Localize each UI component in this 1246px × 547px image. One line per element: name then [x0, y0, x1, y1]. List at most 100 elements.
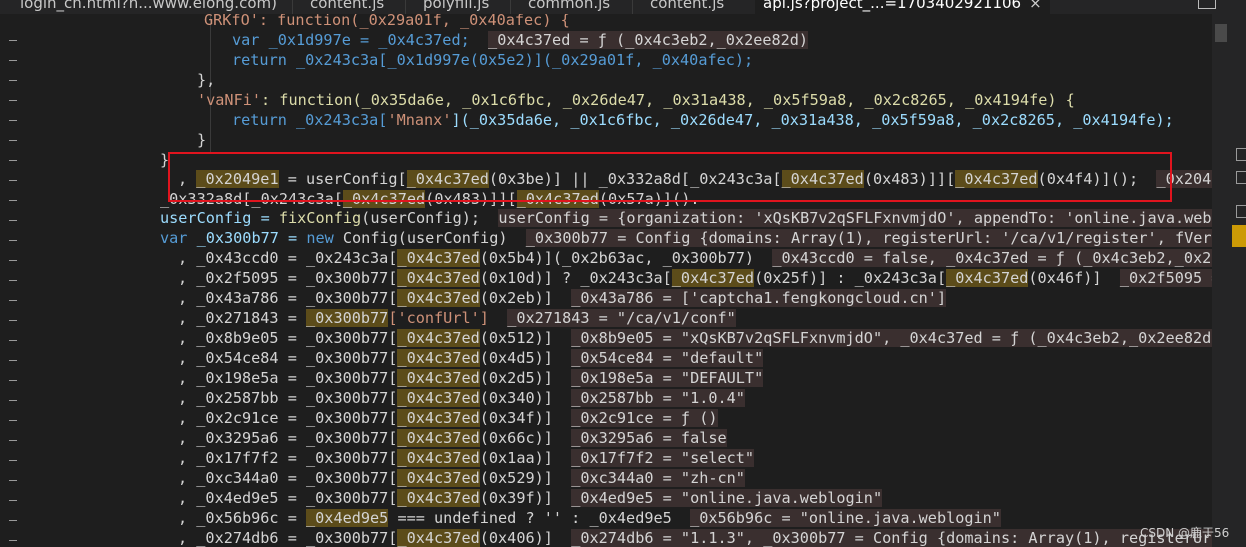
tab-content-js[interactable]: content.js	[310, 0, 384, 14]
code-token: (0x25f)] : _0x243c3a[	[754, 269, 947, 287]
red-annotation-box	[168, 152, 1172, 202]
highlighted-token: _0x4c37ed	[397, 389, 480, 407]
code-token: (0x340)]	[479, 389, 553, 407]
code-line: GRKfO': function(_0x29a01f, _0x40afec) {	[204, 14, 570, 30]
code-token: , _0x8b9e05 = _0x300b77[	[178, 329, 398, 347]
line-gutter	[0, 14, 42, 547]
gutter-dash	[9, 180, 17, 181]
side-panel-checkbox[interactable]	[1236, 171, 1246, 184]
highlighted-token: _0x4c37ed	[397, 449, 480, 467]
tab-separator	[405, 0, 406, 14]
code-token: === undefined ? '' : _0x4ed9e5	[388, 509, 672, 527]
gutter-dash	[9, 160, 17, 161]
code-token: }	[197, 131, 207, 149]
code-editor[interactable]: GRKfO': function(_0x29a01f, _0x40afec) {…	[42, 14, 1212, 547]
code-token: , _0x2587bb = _0x300b77[	[178, 389, 398, 407]
code-token: (0x39f)]	[479, 489, 553, 507]
inline-value: _0x4c37ed = ƒ (_0x4c3eb2,_0x2ee82d)	[488, 31, 809, 49]
inline-value: userConfig = {organization: 'xQsKB7v2qSF…	[498, 209, 1212, 227]
highlighted-token: _0x4c37ed	[397, 289, 480, 307]
code-line: userConfig = fixConfig(userConfig); user…	[160, 208, 1212, 228]
tab-login-cn-html[interactable]: login_cn.html?h...www.elong.com)	[20, 0, 277, 14]
code-token: ](_0x35da6e, _0x1c6fbc, _0x26de47, _0x31…	[451, 111, 1174, 129]
side-panel-checkbox[interactable]	[1236, 205, 1246, 218]
code-token: return _0x243c3a[	[232, 111, 388, 129]
tab-common-js[interactable]: common.js	[528, 0, 610, 14]
code-token: (0x512)]	[479, 329, 553, 347]
gutter-dash	[9, 280, 17, 281]
highlighted-token: _0x4c37ed	[397, 489, 480, 507]
highlighted-token: _0x4c37ed	[397, 269, 480, 287]
gutter-dash	[9, 380, 17, 381]
code-token: Config(userConfig)	[333, 229, 508, 247]
inline-value: _0x2f5095 =	[1119, 269, 1212, 287]
code-token: (0x2d5)]	[479, 369, 553, 387]
gutter-dash	[9, 100, 17, 101]
gutter-dash	[9, 80, 17, 81]
close-icon[interactable]: ×	[1029, 0, 1042, 12]
tab-polyfill-js[interactable]: polyfill.js	[423, 0, 489, 14]
tab-api-js-active[interactable]: api.js?project_...=1703402921106 ×	[755, 0, 1050, 14]
code-token: (0x46f)]	[1028, 269, 1102, 287]
tab-content-js-2[interactable]: content.js	[650, 0, 724, 14]
code-token: , _0x274db6 = _0x300b77[	[178, 529, 398, 547]
code-line: , _0x17f7f2 = _0x300b77[_0x4c37ed(0x1aa)…	[178, 448, 755, 468]
gutter-dash	[9, 140, 17, 141]
code-token: , _0x4ed9e5 = _0x300b77[	[178, 489, 398, 507]
gutter-dash	[9, 500, 17, 501]
code-line: , _0x2587bb = _0x300b77[_0x4c37ed(0x340)…	[178, 388, 745, 408]
code-token: return _0x243c3a[_0x1d997e(0x5e2)](_0x29…	[232, 51, 754, 69]
highlighted-token: _0x4c37ed	[397, 349, 480, 367]
gutter-dash	[9, 340, 17, 341]
gutter-dash	[9, 320, 17, 321]
inline-value: _0x17f7f2 = "select"	[571, 449, 755, 467]
code-line: , _0x56b96c = _0x4ed9e5 === undefined ? …	[178, 508, 1001, 528]
code-line: var _0x300b77 = new Config(userConfig) _…	[160, 228, 1212, 248]
code-token: , _0x43ccd0 = _0x243c3a[	[178, 249, 398, 267]
code-token: , _0x17f7f2 = _0x300b77[	[178, 449, 398, 467]
highlighted-token: _0x300b77	[306, 309, 389, 327]
inline-value: _0x8b9e05 = "xQsKB7v2qSFLFxnvmjdO", _0x4…	[571, 329, 1212, 347]
inline-value: _0x198e5a = "DEFAULT"	[571, 369, 764, 387]
scrollbar-thumb[interactable]	[1215, 24, 1227, 42]
code-token: (0x529)]	[479, 469, 553, 487]
inline-value: _0x54ce84 = "default"	[571, 349, 764, 367]
gutter-dash	[9, 460, 17, 461]
watermark-text: CSDN @鹿于56	[1140, 526, 1230, 540]
code-token: GRKfO': function(_0x29a01f, _0x40afec) {	[204, 14, 570, 29]
code-line: return _0x243c3a['Mnanx'](_0x35da6e, _0x…	[232, 110, 1174, 130]
code-token: : function(_0x35da6e, _0x1c6fbc, _0x26de…	[261, 91, 1075, 109]
inline-value: _0x3295a6 = false	[571, 429, 727, 447]
code-token: var _0x1d997e = _0x4c37ed;	[232, 31, 470, 49]
inline-value: _0x2c91ce = ƒ ()	[571, 409, 718, 427]
code-line: , _0x274db6 = _0x300b77[_0x4c37ed(0x406)…	[178, 528, 1212, 547]
inline-value: _0x300b77 = Config {domains: Array(1), r…	[525, 229, 1212, 247]
code-token: , _0x54ce84 = _0x300b77[	[178, 349, 398, 367]
code-line: , _0x43ccd0 = _0x243c3a[_0x4c37ed(0x5b4)…	[178, 248, 1212, 268]
code-token: , _0xc344a0 = _0x300b77[	[178, 469, 398, 487]
code-line: , _0x43a786 = _0x300b77[_0x4c37ed(0x2eb)…	[178, 288, 947, 308]
highlighted-token: _0x4c37ed	[397, 409, 480, 427]
code-line: },	[197, 70, 215, 90]
code-line: return _0x243c3a[_0x1d997e(0x5e2)](_0x29…	[232, 50, 753, 70]
gutter-dash	[9, 220, 17, 221]
window-icon[interactable]	[1198, 0, 1216, 9]
side-panel-checkbox[interactable]	[1236, 148, 1246, 161]
inline-value: _0x56b96c = "online.java.weblogin"	[690, 509, 1001, 527]
tab-separator	[510, 0, 511, 14]
code-token: ['confUrl']	[388, 309, 489, 327]
code-token: (userConfig);	[361, 209, 481, 227]
gutter-dash	[9, 360, 17, 361]
code-line: , _0x54ce84 = _0x300b77[_0x4c37ed(0x4d5)…	[178, 348, 764, 368]
code-token: 'Mnanx'	[387, 111, 452, 129]
vertical-scrollbar[interactable]	[1212, 14, 1246, 547]
code-token: , _0x3295a6 = _0x300b77[	[178, 429, 398, 447]
gutter-dash	[9, 200, 17, 201]
code-token: _0x300b77 =	[187, 229, 307, 247]
code-token: (0x34f)]	[479, 409, 553, 427]
inline-value: _0xc344a0 = "zh-cn"	[571, 469, 745, 487]
code-token: (0x406)]	[479, 529, 553, 547]
inline-value: _0x43a786 = ['captcha1.fengkongcloud.cn'…	[571, 289, 947, 307]
highlighted-token: _0x4c37ed	[397, 329, 480, 347]
gutter-dash	[9, 240, 17, 241]
